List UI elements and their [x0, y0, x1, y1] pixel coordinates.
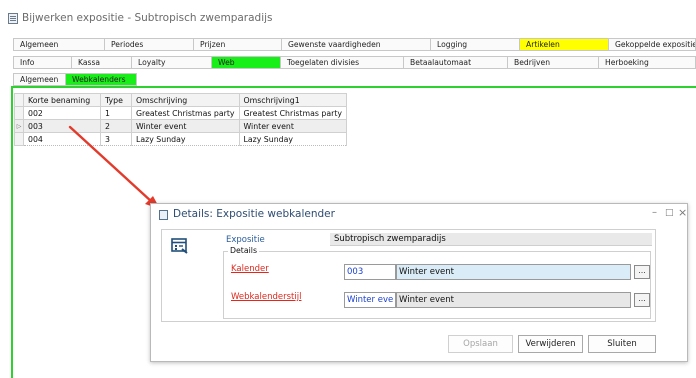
table-row[interactable]: 004 3 Lazy Sunday Lazy Sunday — [14, 132, 347, 146]
tab-row-main: Algemeen Periodes Prijzen Gewenste vaard… — [13, 38, 696, 51]
webkalenderstijl-code-input[interactable]: Winter eve — [344, 292, 396, 308]
tab-prijzen[interactable]: Prijzen — [194, 38, 282, 51]
close-icon[interactable]: × — [678, 206, 687, 219]
tab-logging[interactable]: Logging — [431, 38, 520, 51]
tab-gewenste-vaardigheden[interactable]: Gewenste vaardigheden — [282, 38, 431, 51]
cell-omschrijving1: Lazy Sunday — [238, 132, 347, 146]
current-row-indicator-icon[interactable]: ▷ — [14, 119, 24, 133]
details-dialog[interactable]: Details: Expositie webkalender – □ × Exp… — [150, 203, 688, 362]
cell-type: 3 — [100, 132, 132, 146]
cell-omschrijving1: Winter event — [238, 119, 347, 133]
kalender-description-field: Winter event — [396, 264, 631, 280]
tab-webkalenders[interactable]: Webkalenders — [66, 73, 137, 86]
expositie-value: Subtropisch zwemparadijs — [330, 233, 652, 246]
row-selector-header — [14, 93, 24, 107]
kalender-lookup-button[interactable]: ... — [634, 265, 650, 279]
dialog-form-icon — [159, 210, 168, 220]
column-header-omschrijving[interactable]: Omschrijving — [131, 93, 240, 107]
tab-artikelen[interactable]: Artikelen — [520, 38, 609, 51]
details-panel: Expositie Subtropisch zwemparadijs Detai… — [161, 229, 656, 322]
tab-betaalautomaat[interactable]: Betaalautomaat — [404, 56, 508, 69]
delete-button[interactable]: Verwijderen — [518, 335, 583, 353]
window-title: Bijwerken expositie - Subtropisch zwempa… — [22, 12, 273, 24]
cell-omschrijving: Winter event — [131, 119, 240, 133]
webkalenderstijl-description-field: Winter event — [396, 292, 631, 308]
cell-korte-benaming: 003 — [23, 119, 101, 133]
tab-web[interactable]: Web — [212, 56, 281, 69]
cell-korte-benaming: 004 — [23, 132, 101, 146]
column-header-omschrijving1[interactable]: Omschrijving1 — [238, 93, 347, 107]
tab-herboeking[interactable]: Herboeking — [599, 56, 696, 69]
column-header-korte-benaming[interactable]: Korte benaming — [23, 93, 101, 107]
details-form-icon — [171, 238, 188, 254]
tab-web-algemeen[interactable]: Algemeen — [13, 73, 66, 86]
webkalender-grid[interactable]: Korte benaming Type Omschrijving Omschri… — [14, 93, 350, 146]
cell-type: 1 — [100, 106, 132, 120]
cell-type: 2 — [100, 119, 132, 133]
minimize-icon[interactable]: – — [652, 207, 657, 218]
tab-info[interactable]: Info — [13, 56, 72, 69]
dialog-title: Details: Expositie webkalender — [173, 208, 335, 220]
close-button[interactable]: Sluiten — [588, 335, 656, 353]
row-selector[interactable] — [14, 132, 24, 146]
cell-omschrijving: Lazy Sunday — [131, 132, 240, 146]
expositie-label: Expositie — [226, 235, 265, 245]
tab-bedrijven[interactable]: Bedrijven — [508, 56, 599, 69]
tab-gekoppelde-exposities[interactable]: Gekoppelde exposities — [609, 38, 696, 51]
maximize-icon[interactable]: □ — [665, 208, 674, 218]
tab-row-sub: Info Kassa Loyalty Web Toegelaten divisi… — [13, 56, 696, 69]
tab-toegelaten-divisies[interactable]: Toegelaten divisies — [281, 56, 404, 69]
table-row[interactable]: ▷ 003 2 Winter event Winter event — [14, 119, 347, 133]
details-group-label: Details — [228, 246, 260, 255]
row-selector[interactable] — [14, 106, 24, 120]
tab-algemeen[interactable]: Algemeen — [13, 38, 105, 51]
webkalenderstijl-lookup-button[interactable]: ... — [634, 293, 650, 307]
table-row[interactable]: 002 1 Greatest Christmas party Greatest … — [14, 106, 347, 120]
window-icon — [8, 13, 18, 24]
details-group — [223, 251, 651, 319]
tab-periodes[interactable]: Periodes — [105, 38, 194, 51]
cell-omschrijving1: Greatest Christmas party — [238, 106, 347, 120]
kalender-label[interactable]: Kalender — [231, 264, 269, 274]
cell-omschrijving: Greatest Christmas party — [131, 106, 240, 120]
tab-row-web: Algemeen Webkalenders — [13, 73, 137, 86]
tab-kassa[interactable]: Kassa — [72, 56, 132, 69]
cell-korte-benaming: 002 — [23, 106, 101, 120]
webkalenderstijl-label[interactable]: Webkalenderstijl — [231, 292, 301, 302]
kalender-code-input[interactable]: 003 — [344, 264, 396, 280]
column-header-type[interactable]: Type — [100, 93, 132, 107]
save-button[interactable]: Opslaan — [448, 335, 513, 353]
tab-loyalty[interactable]: Loyalty — [132, 56, 212, 69]
